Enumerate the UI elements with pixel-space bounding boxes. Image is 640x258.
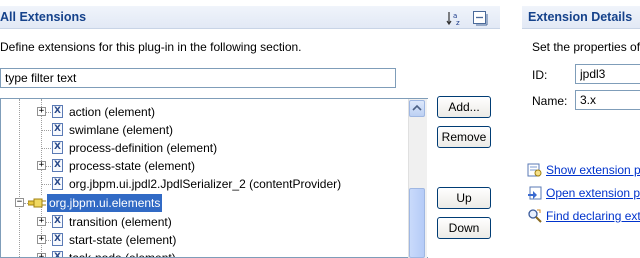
find-declaring-icon <box>528 209 542 223</box>
tree-item-transition[interactable]: + X transition (element) <box>1 213 401 231</box>
up-button[interactable]: Up <box>437 187 491 209</box>
xml-element-icon: X <box>52 141 63 154</box>
down-button[interactable]: Down <box>437 217 491 239</box>
xml-element-icon: X <box>52 105 63 118</box>
tree-item-label: org.jbpm.ui.elements <box>47 194 163 212</box>
id-label: ID: <box>532 68 548 82</box>
filter-input[interactable] <box>0 68 396 88</box>
tree-item-label: process-state (element) <box>69 159 196 173</box>
tree-item-task-node[interactable]: + X task-node (element) <box>1 249 401 258</box>
extensions-tree[interactable]: + X action (element) X swimlane (element… <box>0 98 428 258</box>
name-label: Name: <box>532 94 568 108</box>
tree-item-label: process-definition (element) <box>69 141 218 155</box>
xml-element-icon: X <box>52 177 63 190</box>
name-field[interactable] <box>575 90 640 110</box>
tree-item-process-state[interactable]: + X process-state (element) <box>1 157 401 175</box>
remove-button[interactable]: Remove <box>437 126 491 148</box>
extension-details-title: Extension Details <box>528 10 633 24</box>
collapse-icon[interactable]: − <box>15 198 24 207</box>
add-button[interactable]: Add... <box>437 96 491 118</box>
open-extension-link[interactable]: Open extension po <box>546 186 640 200</box>
xml-element-icon: X <box>52 159 63 172</box>
sort-alphabetical-icon[interactable]: a z <box>446 10 464 26</box>
open-extension-icon <box>528 186 542 200</box>
tree-item-label: transition (element) <box>69 215 172 229</box>
show-extension-icon <box>527 163 542 177</box>
tree-item-action[interactable]: + X action (element) <box>1 103 401 121</box>
tree-item-label: task-node (element) <box>69 251 176 258</box>
tree-item-label: start-state (element) <box>69 233 177 247</box>
extension-plug-icon <box>28 198 46 208</box>
tree-item-label: swimlane (element) <box>69 123 174 137</box>
tree-item-swimlane[interactable]: X swimlane (element) <box>1 121 401 139</box>
find-declaring-link[interactable]: Find declaring exte <box>546 209 640 223</box>
xml-element-icon: X <box>52 123 63 136</box>
collapse-all-icon[interactable] <box>472 10 488 26</box>
extension-details-description: Set the properties of <box>532 40 640 54</box>
expand-icon[interactable]: + <box>37 161 46 170</box>
xml-element-icon: X <box>52 233 63 246</box>
expand-icon[interactable]: + <box>37 235 46 244</box>
tree-item-label: org.jbpm.ui.jpdl2.JpdlSerializer_2 (cont… <box>69 177 342 191</box>
all-extensions-description: Define extensions for this plug-in in th… <box>0 40 302 54</box>
show-extension-link[interactable]: Show extension po <box>546 163 640 177</box>
id-field[interactable] <box>575 64 640 84</box>
tree-item-process-definition[interactable]: X process-definition (element) <box>1 139 401 157</box>
expand-icon[interactable]: + <box>37 217 46 226</box>
svg-text:z: z <box>456 19 460 26</box>
xml-element-icon: X <box>52 251 63 257</box>
tree-item-label: action (element) <box>69 105 156 119</box>
expand-icon[interactable]: + <box>37 253 46 257</box>
tree-item-jpdl-serializer[interactable]: X org.jbpm.ui.jpdl2.JpdlSerializer_2 (co… <box>1 175 401 193</box>
all-extensions-title: All Extensions <box>0 10 87 24</box>
tree-item-start-state[interactable]: + X start-state (element) <box>1 231 401 249</box>
xml-element-icon: X <box>52 215 63 228</box>
scroll-up-arrow-icon[interactable] <box>409 100 425 117</box>
scroll-thumb[interactable] <box>409 188 425 258</box>
expand-icon[interactable]: + <box>37 107 46 116</box>
tree-item-org-jbpm-ui-elements[interactable]: − org.jbpm.ui.elements <box>1 194 401 212</box>
